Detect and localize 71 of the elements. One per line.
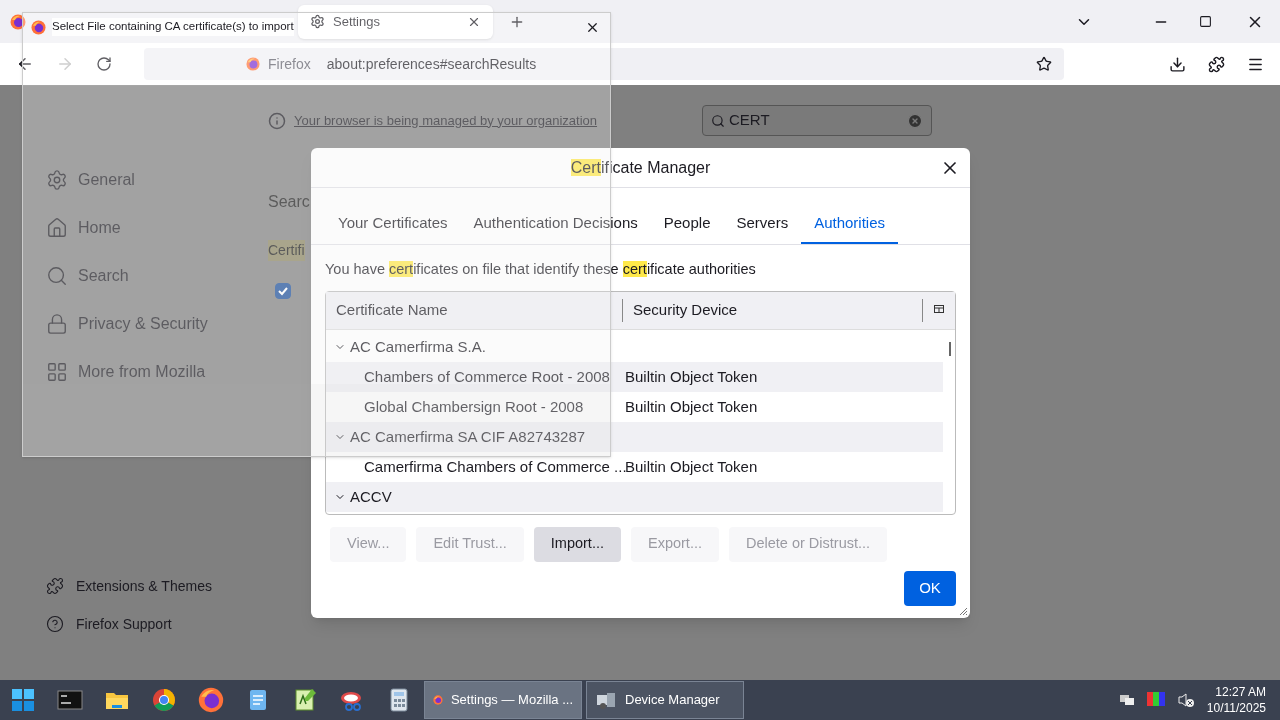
extensions-icon[interactable] <box>1208 55 1225 73</box>
house-icon <box>46 216 68 239</box>
sidebar-item[interactable]: Firefox Support <box>46 614 268 634</box>
group-name: AC Camerfirma SA CIF A82743287 <box>350 426 586 447</box>
column-picker-icon[interactable] <box>934 305 945 316</box>
firefox-icon <box>31 19 46 35</box>
terminal-icon[interactable] <box>57 687 83 713</box>
file-dialog-title: Select File containing CA certificate(s) to import <box>52 18 294 36</box>
notepad-plus-icon[interactable] <box>292 687 318 713</box>
info-icon <box>268 111 286 130</box>
dialog-tab[interactable]: Authorities <box>801 204 899 244</box>
gear-icon <box>46 168 68 191</box>
download-icon[interactable] <box>1169 55 1186 73</box>
grid-icon <box>46 360 68 383</box>
taskbar-task[interactable]: Device Manager <box>586 681 744 719</box>
table-cell-text: Builtin Object Token <box>625 366 758 387</box>
url-text: about:preferences#searchResults <box>326 54 537 74</box>
clock-time[interactable]: 12:27 AM <box>1215 684 1266 700</box>
group-name: AC Camerfirma S.A. <box>350 336 486 357</box>
page-heading: Searc <box>268 192 310 212</box>
gear-icon <box>310 14 325 29</box>
dialog-tab[interactable]: Your Certificates <box>325 204 461 244</box>
back-icon[interactable] <box>16 55 34 73</box>
table-cell-text: Builtin Object Token <box>625 396 758 417</box>
tree-row[interactable]: AC Camerfirma S.A. <box>326 331 943 362</box>
browser-tab[interactable]: Settings <box>298 4 493 39</box>
puzzle-icon <box>46 577 64 595</box>
dialog-tab[interactable]: People <box>650 204 724 244</box>
taskbar-task[interactable]: Settings — Mozilla ... <box>424 681 582 719</box>
clock-date[interactable]: 10/11/2025 <box>1206 700 1266 716</box>
sidebar-item[interactable]: Extensions & Themes <box>46 576 268 596</box>
table-cell-text: Chambers of Commerce Root - 2008 <box>363 366 611 387</box>
bookmark-star-icon[interactable] <box>1036 56 1052 72</box>
scrollbar-thumb[interactable] <box>949 341 951 356</box>
firefox-icon <box>246 57 260 71</box>
search-icon <box>46 264 68 287</box>
table-cell-text: Camerfirma Chambers of Commerce ... <box>363 456 625 477</box>
tree-row[interactable]: Global Chambersign Root - 2008 Builtin Object Token <box>326 391 943 422</box>
table-cell-text: Global Chambersign Root - 2008 <box>363 396 585 417</box>
help-icon <box>46 615 64 633</box>
reload-icon[interactable] <box>96 56 112 72</box>
dialog-tab[interactable]: Authentication Decisions <box>460 204 651 244</box>
maximize-icon[interactable] <box>1199 15 1212 28</box>
tree-row[interactable]: AC Camerfirma SA CIF A82743287 <box>326 421 943 452</box>
dialog-tab[interactable]: Servers <box>723 204 802 244</box>
firefox-icon <box>10 13 26 30</box>
table-cell-text: Builtin Object Token <box>625 456 758 477</box>
network-icon[interactable] <box>1118 692 1135 708</box>
tree-row[interactable]: Chambers of Commerce Root - 2008 Builtin Object Token <box>326 361 943 392</box>
tab-title: Settings <box>333 12 381 31</box>
tree-row[interactable]: ACCV <box>326 481 943 512</box>
firefox-icon <box>198 687 224 713</box>
site-label: Firefox <box>268 54 311 74</box>
group-name: ACCV <box>350 486 392 507</box>
column-header[interactable]: Security Device <box>623 299 923 322</box>
dialog-button[interactable]: Import... <box>533 526 621 562</box>
lock-icon <box>46 312 68 335</box>
resize-grip-icon[interactable] <box>958 606 968 616</box>
column-header[interactable]: Certificate Name <box>326 299 623 322</box>
address-bar[interactable]: Firefox about:preferences#searchResults <box>144 48 1064 80</box>
section-title: Certifi <box>268 240 305 261</box>
search-field[interactable]: CERT <box>702 105 932 136</box>
chrome-icon[interactable] <box>151 687 177 713</box>
search-value: CERT <box>729 110 771 131</box>
search-icon <box>711 113 725 128</box>
muted-speaker-icon[interactable] <box>1176 692 1195 708</box>
ok-button[interactable]: OK <box>904 570 956 606</box>
clear-icon[interactable] <box>907 112 923 129</box>
start-icon[interactable] <box>10 687 36 713</box>
checkbox[interactable] <box>275 283 291 299</box>
color-profile-icon[interactable] <box>1146 692 1165 708</box>
